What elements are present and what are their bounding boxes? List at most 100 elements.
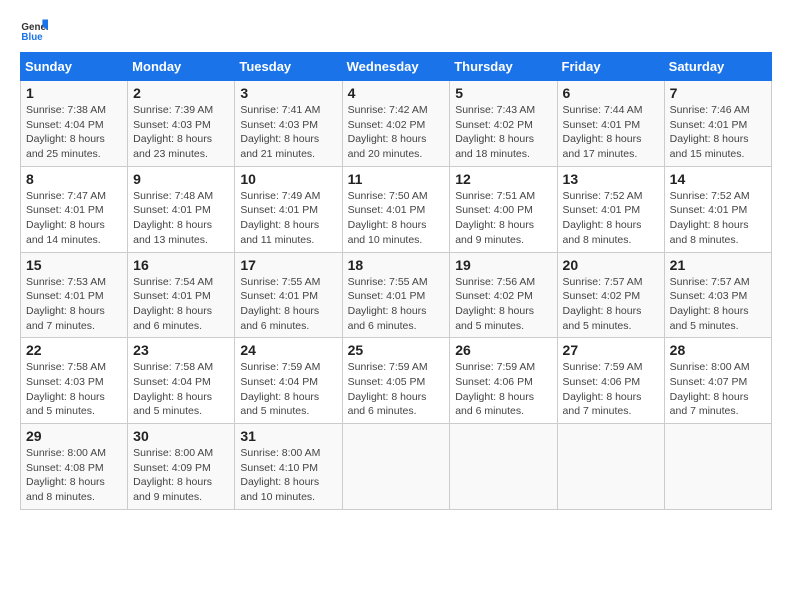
weekday-header-sunday: Sunday bbox=[21, 53, 128, 81]
calendar-cell: 3 Sunrise: 7:41 AMSunset: 4:03 PMDayligh… bbox=[235, 81, 342, 167]
calendar-cell: 9 Sunrise: 7:48 AMSunset: 4:01 PMDayligh… bbox=[128, 166, 235, 252]
calendar-header-row: SundayMondayTuesdayWednesdayThursdayFrid… bbox=[21, 53, 772, 81]
calendar-cell: 31 Sunrise: 8:00 AMSunset: 4:10 PMDaylig… bbox=[235, 424, 342, 510]
day-info: Sunrise: 7:54 AMSunset: 4:01 PMDaylight:… bbox=[133, 275, 229, 334]
weekday-header-wednesday: Wednesday bbox=[342, 53, 450, 81]
calendar-cell: 12 Sunrise: 7:51 AMSunset: 4:00 PMDaylig… bbox=[450, 166, 557, 252]
calendar-cell: 15 Sunrise: 7:53 AMSunset: 4:01 PMDaylig… bbox=[21, 252, 128, 338]
calendar-cell: 29 Sunrise: 8:00 AMSunset: 4:08 PMDaylig… bbox=[21, 424, 128, 510]
calendar-cell: 27 Sunrise: 7:59 AMSunset: 4:06 PMDaylig… bbox=[557, 338, 664, 424]
day-number: 25 bbox=[348, 342, 445, 358]
calendar-week-row: 1 Sunrise: 7:38 AMSunset: 4:04 PMDayligh… bbox=[21, 81, 772, 167]
calendar-week-row: 8 Sunrise: 7:47 AMSunset: 4:01 PMDayligh… bbox=[21, 166, 772, 252]
day-info: Sunrise: 7:47 AMSunset: 4:01 PMDaylight:… bbox=[26, 189, 122, 248]
calendar-cell: 21 Sunrise: 7:57 AMSunset: 4:03 PMDaylig… bbox=[664, 252, 771, 338]
day-info: Sunrise: 7:52 AMSunset: 4:01 PMDaylight:… bbox=[563, 189, 659, 248]
day-number: 24 bbox=[240, 342, 336, 358]
day-info: Sunrise: 7:39 AMSunset: 4:03 PMDaylight:… bbox=[133, 103, 229, 162]
calendar-cell: 26 Sunrise: 7:59 AMSunset: 4:06 PMDaylig… bbox=[450, 338, 557, 424]
day-number: 22 bbox=[26, 342, 122, 358]
day-number: 15 bbox=[26, 257, 122, 273]
day-number: 21 bbox=[670, 257, 766, 273]
day-info: Sunrise: 7:43 AMSunset: 4:02 PMDaylight:… bbox=[455, 103, 551, 162]
weekday-header-friday: Friday bbox=[557, 53, 664, 81]
day-number: 4 bbox=[348, 85, 445, 101]
calendar-cell: 11 Sunrise: 7:50 AMSunset: 4:01 PMDaylig… bbox=[342, 166, 450, 252]
day-info: Sunrise: 7:51 AMSunset: 4:00 PMDaylight:… bbox=[455, 189, 551, 248]
day-info: Sunrise: 7:53 AMSunset: 4:01 PMDaylight:… bbox=[26, 275, 122, 334]
day-number: 29 bbox=[26, 428, 122, 444]
day-number: 12 bbox=[455, 171, 551, 187]
day-number: 26 bbox=[455, 342, 551, 358]
calendar-cell: 23 Sunrise: 7:58 AMSunset: 4:04 PMDaylig… bbox=[128, 338, 235, 424]
calendar-cell: 2 Sunrise: 7:39 AMSunset: 4:03 PMDayligh… bbox=[128, 81, 235, 167]
calendar-week-row: 29 Sunrise: 8:00 AMSunset: 4:08 PMDaylig… bbox=[21, 424, 772, 510]
day-info: Sunrise: 7:59 AMSunset: 4:06 PMDaylight:… bbox=[455, 360, 551, 419]
day-number: 31 bbox=[240, 428, 336, 444]
day-number: 6 bbox=[563, 85, 659, 101]
weekday-header-tuesday: Tuesday bbox=[235, 53, 342, 81]
calendar-cell: 22 Sunrise: 7:58 AMSunset: 4:03 PMDaylig… bbox=[21, 338, 128, 424]
calendar-cell: 4 Sunrise: 7:42 AMSunset: 4:02 PMDayligh… bbox=[342, 81, 450, 167]
calendar-cell: 1 Sunrise: 7:38 AMSunset: 4:04 PMDayligh… bbox=[21, 81, 128, 167]
calendar-cell: 19 Sunrise: 7:56 AMSunset: 4:02 PMDaylig… bbox=[450, 252, 557, 338]
day-number: 7 bbox=[670, 85, 766, 101]
day-number: 23 bbox=[133, 342, 229, 358]
day-info: Sunrise: 7:55 AMSunset: 4:01 PMDaylight:… bbox=[240, 275, 336, 334]
day-number: 9 bbox=[133, 171, 229, 187]
day-info: Sunrise: 7:58 AMSunset: 4:03 PMDaylight:… bbox=[26, 360, 122, 419]
svg-text:Blue: Blue bbox=[21, 32, 43, 43]
calendar-cell: 8 Sunrise: 7:47 AMSunset: 4:01 PMDayligh… bbox=[21, 166, 128, 252]
day-info: Sunrise: 7:59 AMSunset: 4:06 PMDaylight:… bbox=[563, 360, 659, 419]
day-number: 27 bbox=[563, 342, 659, 358]
calendar-cell: 5 Sunrise: 7:43 AMSunset: 4:02 PMDayligh… bbox=[450, 81, 557, 167]
calendar-cell: 20 Sunrise: 7:57 AMSunset: 4:02 PMDaylig… bbox=[557, 252, 664, 338]
page-header: General Blue bbox=[20, 16, 772, 44]
day-info: Sunrise: 7:59 AMSunset: 4:05 PMDaylight:… bbox=[348, 360, 445, 419]
day-number: 8 bbox=[26, 171, 122, 187]
day-info: Sunrise: 7:57 AMSunset: 4:03 PMDaylight:… bbox=[670, 275, 766, 334]
calendar-cell: 16 Sunrise: 7:54 AMSunset: 4:01 PMDaylig… bbox=[128, 252, 235, 338]
calendar-cell: 28 Sunrise: 8:00 AMSunset: 4:07 PMDaylig… bbox=[664, 338, 771, 424]
day-number: 10 bbox=[240, 171, 336, 187]
day-info: Sunrise: 8:00 AMSunset: 4:10 PMDaylight:… bbox=[240, 446, 336, 505]
calendar-cell: 17 Sunrise: 7:55 AMSunset: 4:01 PMDaylig… bbox=[235, 252, 342, 338]
calendar-cell: 18 Sunrise: 7:55 AMSunset: 4:01 PMDaylig… bbox=[342, 252, 450, 338]
calendar-cell bbox=[664, 424, 771, 510]
calendar-cell: 14 Sunrise: 7:52 AMSunset: 4:01 PMDaylig… bbox=[664, 166, 771, 252]
calendar-cell: 25 Sunrise: 7:59 AMSunset: 4:05 PMDaylig… bbox=[342, 338, 450, 424]
day-number: 18 bbox=[348, 257, 445, 273]
day-info: Sunrise: 7:56 AMSunset: 4:02 PMDaylight:… bbox=[455, 275, 551, 334]
logo: General Blue bbox=[20, 16, 52, 44]
calendar-cell: 30 Sunrise: 8:00 AMSunset: 4:09 PMDaylig… bbox=[128, 424, 235, 510]
weekday-header-monday: Monday bbox=[128, 53, 235, 81]
calendar-cell: 7 Sunrise: 7:46 AMSunset: 4:01 PMDayligh… bbox=[664, 81, 771, 167]
day-number: 1 bbox=[26, 85, 122, 101]
calendar-cell: 6 Sunrise: 7:44 AMSunset: 4:01 PMDayligh… bbox=[557, 81, 664, 167]
calendar-table: SundayMondayTuesdayWednesdayThursdayFrid… bbox=[20, 52, 772, 510]
calendar-cell: 24 Sunrise: 7:59 AMSunset: 4:04 PMDaylig… bbox=[235, 338, 342, 424]
day-info: Sunrise: 7:41 AMSunset: 4:03 PMDaylight:… bbox=[240, 103, 336, 162]
day-info: Sunrise: 8:00 AMSunset: 4:07 PMDaylight:… bbox=[670, 360, 766, 419]
day-info: Sunrise: 7:58 AMSunset: 4:04 PMDaylight:… bbox=[133, 360, 229, 419]
day-number: 16 bbox=[133, 257, 229, 273]
day-number: 28 bbox=[670, 342, 766, 358]
day-info: Sunrise: 7:44 AMSunset: 4:01 PMDaylight:… bbox=[563, 103, 659, 162]
day-number: 14 bbox=[670, 171, 766, 187]
calendar-cell bbox=[450, 424, 557, 510]
logo-icon: General Blue bbox=[20, 16, 48, 44]
day-info: Sunrise: 7:42 AMSunset: 4:02 PMDaylight:… bbox=[348, 103, 445, 162]
day-info: Sunrise: 7:52 AMSunset: 4:01 PMDaylight:… bbox=[670, 189, 766, 248]
calendar-cell: 13 Sunrise: 7:52 AMSunset: 4:01 PMDaylig… bbox=[557, 166, 664, 252]
calendar-cell: 10 Sunrise: 7:49 AMSunset: 4:01 PMDaylig… bbox=[235, 166, 342, 252]
day-info: Sunrise: 8:00 AMSunset: 4:08 PMDaylight:… bbox=[26, 446, 122, 505]
day-number: 11 bbox=[348, 171, 445, 187]
day-number: 2 bbox=[133, 85, 229, 101]
weekday-header-thursday: Thursday bbox=[450, 53, 557, 81]
weekday-header-saturday: Saturday bbox=[664, 53, 771, 81]
day-number: 13 bbox=[563, 171, 659, 187]
day-info: Sunrise: 8:00 AMSunset: 4:09 PMDaylight:… bbox=[133, 446, 229, 505]
day-number: 17 bbox=[240, 257, 336, 273]
day-info: Sunrise: 7:49 AMSunset: 4:01 PMDaylight:… bbox=[240, 189, 336, 248]
calendar-cell bbox=[557, 424, 664, 510]
